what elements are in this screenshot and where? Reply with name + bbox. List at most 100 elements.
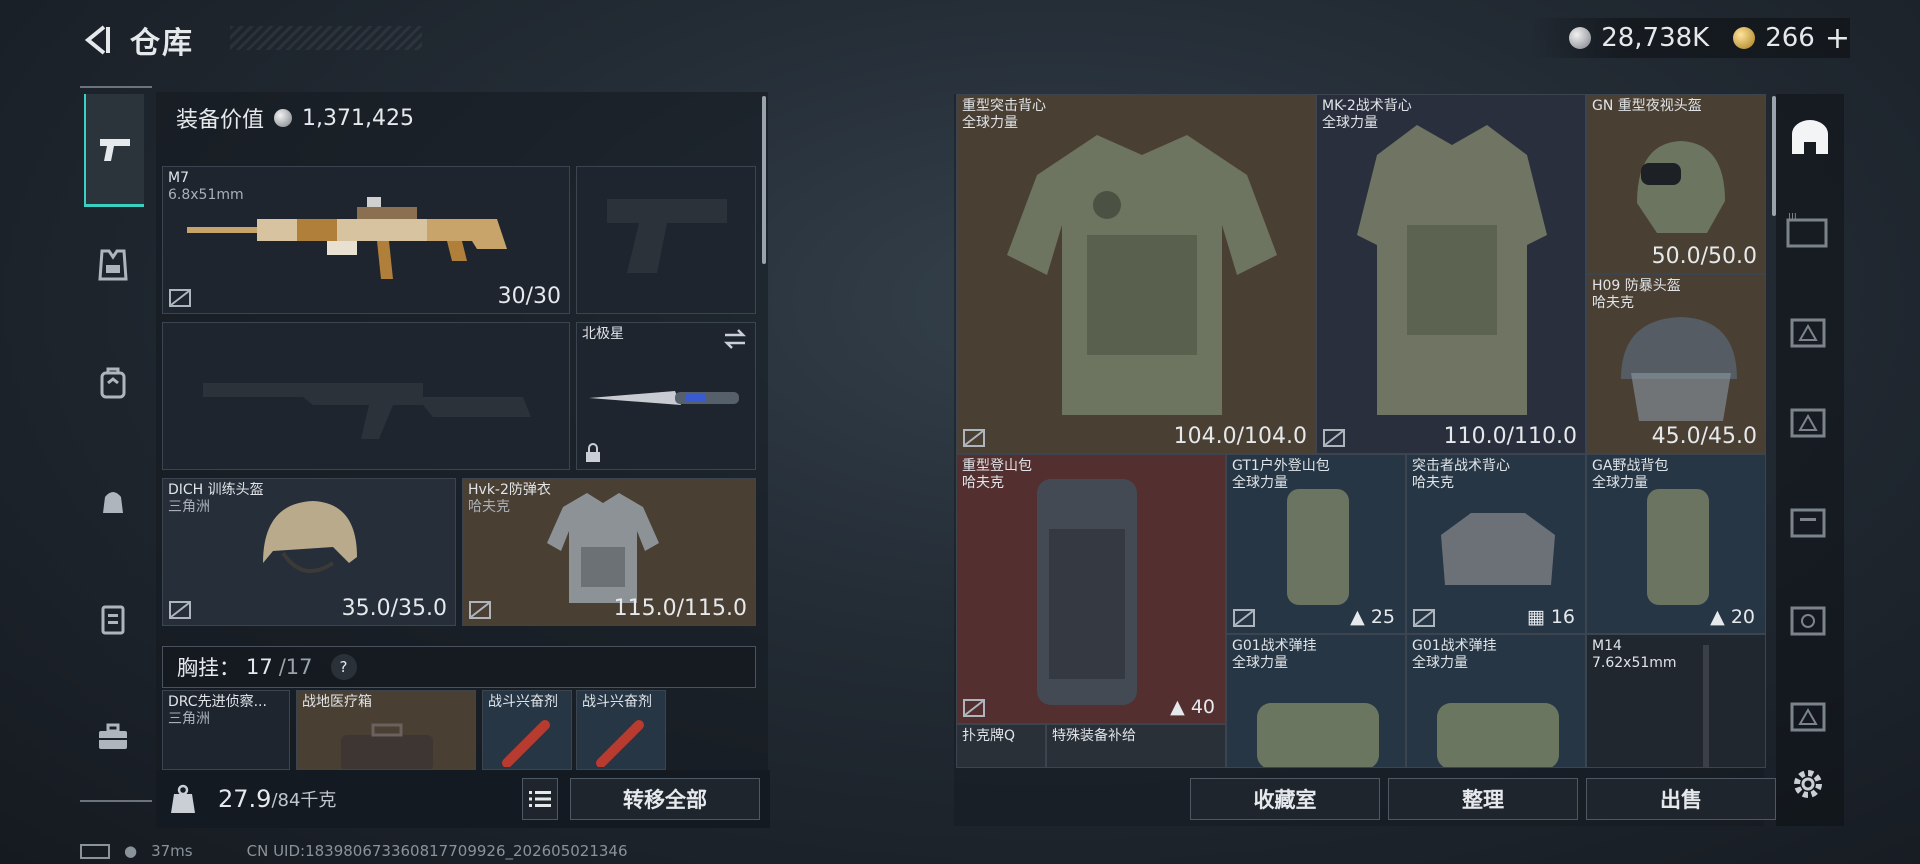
sell-button[interactable]: 出售 [1586,778,1776,820]
tier2-case-icon[interactable] [1786,500,1834,548]
organize-button[interactable]: 整理 [1388,778,1578,820]
riot-helmet-image [1621,317,1737,421]
stash-item[interactable]: 重型突击背心 全球力量 104.0/104.0 [956,94,1316,454]
back-arrow-icon [84,25,110,55]
stash-item[interactable]: G01战术弹挂 全球力量 [1406,634,1586,768]
stim-injector-image [502,720,550,767]
transfer-all-button[interactable]: 转移全部 [570,778,760,820]
armor-slot[interactable]: Hvk-2防弹衣 哈夫克 115.0/115.0 [462,478,756,626]
melee-slot[interactable]: 北极星 [576,322,756,470]
chest-rig-image [1441,513,1555,585]
item-name: 重型突击背心 [962,98,1046,114]
swap-icon[interactable] [723,329,747,349]
stash-item[interactable]: MK-2战术背心 全球力量 110.0/110.0 [1316,94,1586,454]
item-durability: 104.0/104.0 [1173,424,1307,449]
settings-gear-icon[interactable] [1790,766,1830,806]
home-icon[interactable] [1786,114,1834,162]
unbound-icon [963,699,985,717]
stash-item[interactable]: 重型登山包 哈夫克 ▲ 40 [956,454,1226,724]
m14-rifle-image [1703,645,1709,767]
item-name: GA野战背包 [1592,458,1669,474]
category-rail [80,86,152,806]
duffel-bag-image [1257,703,1379,767]
heavy-vest-image [1007,135,1277,415]
stash-item[interactable]: GT1户外登山包 全球力量 ▲ 25 [1226,454,1406,634]
unbound-icon [469,601,491,619]
item-name: GT1户外登山包 [1232,458,1330,474]
add-currency-button[interactable]: + [1825,21,1850,56]
chest-item-slot[interactable]: 战斗兴奋剂 [576,690,666,770]
tier4-box-icon[interactable] [1786,694,1834,742]
armor-image [547,493,659,603]
gold-coin-icon [1733,27,1756,49]
pistol-icon [100,139,130,161]
knife-image [589,391,739,405]
stash-item[interactable]: G01战术弹挂 全球力量 [1226,634,1406,768]
stash-grid: 重型突击背心 全球力量 104.0/104.0 MK-2战术背心 全球力量 110.… [956,94,1766,768]
pistol-silhouette-icon [607,199,727,273]
item-name: 突击者战术背心 [1412,458,1510,474]
unbound-icon [169,289,191,307]
stash-item[interactable]: 扑克牌Q [956,724,1046,768]
duffel-bag-image [1437,703,1559,767]
stash-item[interactable]: GN 重型夜视头盔 50.0/50.0 [1586,94,1766,274]
medkit-image [341,723,433,769]
stash-item[interactable]: M14 7.62x51mm [1586,634,1766,768]
item-origin: 哈夫克 [1412,475,1454,491]
secondary-weapon-slot[interactable] [162,322,570,470]
item-name: MK-2战术背心 [1322,98,1412,114]
tier4-case-icon[interactable] [1786,598,1834,646]
item-origin: 7.62x51mm [1592,655,1677,671]
primary-weapon-slot[interactable]: M7 6.8x51mm 30/30 [162,166,570,314]
equipment-value: 装备价值 1,371,425 [176,102,414,134]
chest-item-slot[interactable]: 战斗兴奋剂 [482,690,572,770]
list-view-button[interactable] [522,778,558,820]
title-decoration [230,26,422,50]
vest-tab[interactable] [84,236,142,294]
weapon-tab[interactable] [84,94,144,207]
item-name: G01战术弹挂 [1412,638,1497,654]
toolbox-tab[interactable] [84,708,142,766]
tier3-box2-icon[interactable] [1786,400,1834,448]
mk2-vest-image [1357,125,1547,415]
heavy-backpack-image [1037,479,1137,705]
stash-item[interactable]: 特殊装备补给 [1046,724,1226,768]
chest-label: 胸挂： [177,656,240,680]
item-origin: 全球力量 [1412,655,1468,671]
uid-text: CN UID:18398067336081770992​6_2026050213… [246,842,628,860]
item-origin: 哈夫克 [962,475,1004,491]
silver-coin-icon [1569,27,1592,49]
nightvision-helmet-image [1637,141,1725,233]
help-icon[interactable]: ? [330,654,357,680]
silver-amount: 28,738K [1601,23,1710,53]
weight-icon [171,784,195,813]
back-button[interactable] [78,21,116,59]
item-name: M14 [1592,638,1622,654]
currency-display: 28,738K 266 + [1529,18,1850,58]
chest-item-slot[interactable]: DRC先进侦察... 三角洲 [162,690,290,770]
stash-item[interactable]: 突击者战术背心 哈夫克 ▦ 16 [1406,454,1586,634]
stash-item[interactable]: GA野战背包 全球力量 ▲ 20 [1586,454,1766,634]
unbound-icon [169,601,191,619]
item-name: 特殊装备补给 [1052,728,1136,744]
pistol-slot[interactable] [576,166,756,314]
tier3-case-icon[interactable]: III [1786,210,1834,258]
header: 仓库 [78,14,194,66]
stash-tab-rail: III [1776,94,1844,826]
loadout-scrollbar[interactable] [762,96,766,264]
unbound-icon [963,429,985,447]
collection-room-button[interactable]: 收藏室 [1190,778,1380,820]
tier3-box-icon[interactable] [1786,310,1834,358]
helmet-slot[interactable]: DICH 训练头盔 三角洲 35.0/35.0 [162,478,456,626]
item-capacity: 16 [1550,606,1575,628]
pouch-tab[interactable] [84,472,142,530]
backpack-tab[interactable] [84,354,142,412]
backpack-image [1287,489,1349,605]
helmet-image [263,501,357,573]
item-durability: 110.0/110.0 [1443,424,1577,449]
pouch-icon [103,492,123,513]
stash-item[interactable]: H09 防暴头盔 哈夫克 45.0/45.0 [1586,274,1766,454]
case-tab[interactable] [84,590,142,648]
backpack-icon: ▲ [1350,606,1365,628]
chest-item-slot[interactable]: 战地医疗箱 [296,690,476,770]
